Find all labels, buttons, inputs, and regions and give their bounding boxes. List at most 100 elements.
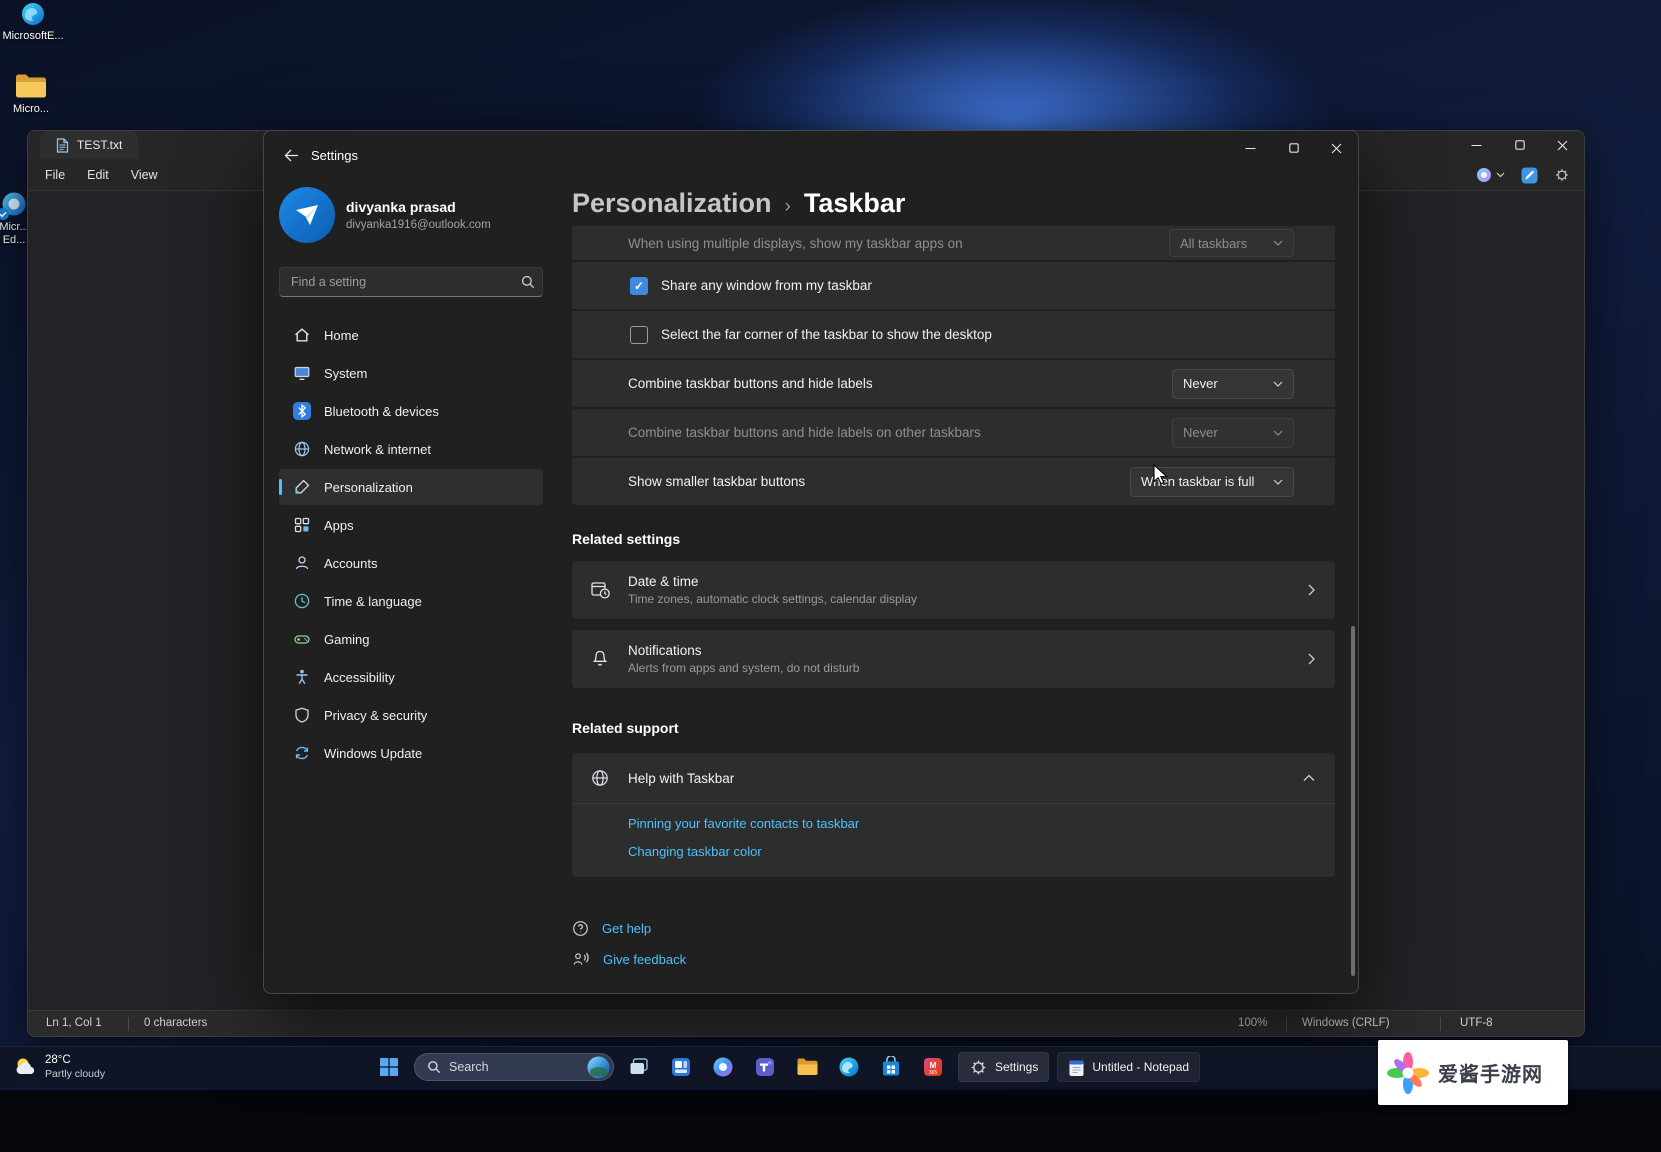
network-globe-icon	[292, 440, 311, 458]
sidebar-item-network-internet[interactable]: Network & internet	[279, 431, 543, 467]
apps-icon	[292, 516, 311, 534]
sidebar-item-home[interactable]: Home	[279, 317, 543, 353]
row-multiple-displays: When using multiple displays, show my ta…	[572, 226, 1335, 260]
chevron-down-icon	[1273, 479, 1283, 485]
give-feedback-link[interactable]: Give feedback	[603, 952, 686, 967]
avatar[interactable]	[279, 187, 335, 243]
scrollbar[interactable]	[1351, 626, 1355, 976]
sidebar-item-apps[interactable]: Apps	[279, 507, 543, 543]
sync-check-badge	[0, 208, 9, 220]
sidebar-item-windows-update[interactable]: Windows Update	[279, 735, 543, 771]
sidebar-item-time-language[interactable]: Time & language	[279, 583, 543, 619]
home-icon	[292, 326, 311, 344]
sidebar-item-label: Time & language	[324, 594, 422, 609]
far-corner-checkbox[interactable]	[630, 326, 648, 344]
edge-icon[interactable]	[832, 1050, 866, 1084]
settings-main: Personalization › Taskbar When using mul…	[572, 131, 1335, 993]
taskbar-button-label: Settings	[995, 1060, 1038, 1074]
window-title: Settings	[311, 148, 358, 163]
notifications-card[interactable]: Notifications Alerts from apps and syste…	[572, 630, 1335, 688]
back-button[interactable]	[274, 141, 308, 169]
row-combine-buttons: Combine taskbar buttons and hide labels …	[572, 360, 1335, 407]
give-feedback-row[interactable]: Give feedback	[572, 951, 686, 967]
maximize-button[interactable]	[1498, 131, 1541, 159]
notepad-tab[interactable]: TEST.txt	[40, 131, 138, 159]
row-combine-other: Combine taskbar buttons and hide labels …	[572, 409, 1335, 456]
combine-other-dropdown[interactable]: Never	[1172, 418, 1294, 448]
menu-file[interactable]: File	[34, 163, 76, 187]
taskbar-search-box[interactable]: Search	[414, 1053, 614, 1081]
get-help-row[interactable]: Get help	[572, 920, 651, 937]
sidebar-item-label: Windows Update	[324, 746, 422, 761]
weather-condition: Partly cloudy	[45, 1068, 105, 1081]
row-label: Share any window from my taskbar	[661, 278, 872, 293]
status-characters: 0 characters	[144, 1017, 207, 1029]
help-expander[interactable]: Help with Taskbar	[572, 753, 1335, 804]
sidebar-item-label: Accounts	[324, 556, 377, 571]
date-time-card[interactable]: Date & time Time zones, automatic clock …	[572, 561, 1335, 619]
desktop-icon-folder[interactable]: Micro...	[0, 72, 70, 116]
notepad-tab-title: TEST.txt	[77, 138, 122, 152]
menu-view[interactable]: View	[120, 163, 169, 187]
sidebar-item-accounts[interactable]: Accounts	[279, 545, 543, 581]
task-view-icon[interactable]	[622, 1050, 656, 1084]
start-button[interactable]	[372, 1050, 406, 1084]
notepad-icon	[1068, 1058, 1085, 1077]
gear-icon[interactable]	[1554, 167, 1570, 183]
teams-icon[interactable]	[748, 1050, 782, 1084]
combine-buttons-dropdown[interactable]: Never	[1172, 369, 1294, 399]
row-label: Select the far corner of the taskbar to …	[661, 327, 992, 342]
related-settings-heading: Related settings	[572, 531, 680, 547]
menu-edit[interactable]: Edit	[76, 163, 120, 187]
divider	[128, 1017, 129, 1031]
copilot-menu-button[interactable]	[1476, 167, 1505, 183]
weather-widget[interactable]: 28°C Partly cloudy	[5, 1050, 113, 1084]
svg-text:M: M	[930, 1061, 937, 1070]
search-input[interactable]	[280, 275, 514, 289]
sidebar-item-bluetooth-devices[interactable]: Bluetooth & devices	[279, 393, 543, 429]
taskbar-button-settings[interactable]: Settings	[958, 1052, 1049, 1082]
widgets-icon[interactable]	[664, 1050, 698, 1084]
status-encoding[interactable]: UTF-8	[1460, 1017, 1493, 1029]
search-label: Search	[449, 1060, 579, 1074]
status-zoom[interactable]: 100%	[1238, 1017, 1267, 1029]
m365-icon[interactable]: M365	[916, 1050, 950, 1084]
sidebar-item-system[interactable]: System	[279, 355, 543, 391]
help-link-pinning-contacts[interactable]: Pinning your favorite contacts to taskba…	[628, 816, 859, 831]
sidebar-item-label: System	[324, 366, 367, 381]
sidebar-item-label: Privacy & security	[324, 708, 427, 723]
chevron-right-icon	[1308, 653, 1315, 665]
file-explorer-icon[interactable]	[790, 1050, 824, 1084]
multiple-displays-dropdown[interactable]: All taskbars	[1169, 229, 1294, 257]
get-help-link[interactable]: Get help	[602, 921, 651, 936]
search-icon[interactable]	[514, 275, 542, 289]
notepad-statusbar: Ln 1, Col 1 0 characters 100% Windows (C…	[28, 1010, 1584, 1036]
status-line-ending[interactable]: Windows (CRLF)	[1302, 1017, 1390, 1029]
related-support-heading: Related support	[572, 720, 679, 736]
desktop-icon-edge-shortcut[interactable]: MicrosoftE...	[0, 1, 72, 43]
sidebar-item-accessibility[interactable]: Accessibility	[279, 659, 543, 695]
notepad-window-controls	[1455, 131, 1584, 159]
help-title: Help with Taskbar	[628, 771, 734, 786]
search-icon	[427, 1060, 441, 1074]
sidebar-item-label: Apps	[324, 518, 354, 533]
microsoft-store-icon[interactable]	[874, 1050, 908, 1084]
sidebar-item-personalization[interactable]: Personalization	[279, 469, 543, 505]
sidebar-item-gaming[interactable]: Gaming	[279, 621, 543, 657]
close-button[interactable]	[1541, 131, 1584, 159]
minimize-button[interactable]	[1455, 131, 1498, 159]
edge-icon	[20, 1, 46, 27]
personalization-icon	[292, 478, 311, 496]
row-far-corner: Select the far corner of the taskbar to …	[572, 311, 1335, 358]
sidebar-item-privacy-security[interactable]: Privacy & security	[279, 697, 543, 733]
watermark-logo	[1386, 1051, 1430, 1095]
taskbar-button-notepad[interactable]: Untitled - Notepad	[1057, 1052, 1200, 1082]
edit-with-copilot-button[interactable]	[1521, 167, 1538, 184]
chevron-up-icon	[1303, 775, 1315, 782]
help-link-taskbar-color[interactable]: Changing taskbar color	[628, 844, 762, 859]
taskbar-settings-rows: When using multiple displays, show my ta…	[572, 226, 1335, 507]
breadcrumb-parent[interactable]: Personalization	[572, 188, 772, 219]
share-window-checkbox[interactable]	[630, 277, 648, 295]
copilot-icon[interactable]	[706, 1050, 740, 1084]
chevron-right-icon	[1308, 584, 1315, 596]
